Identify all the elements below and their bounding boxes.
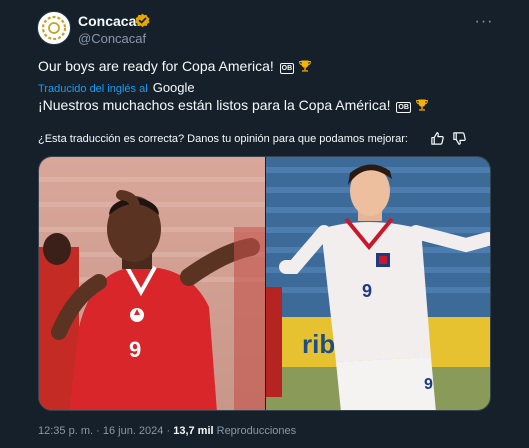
google-wordmark: Google [152,80,195,95]
photo-canada-player[interactable]: 9 [39,157,265,410]
post-meta: 12:35 p. m. · 16 jun. 2024 · 13,7 mil Re… [38,425,296,437]
trophy-icon [299,60,311,72]
meta-separator: · [96,425,100,437]
tweet: Concacaf @Concacaf ··· Our boys are read… [0,0,529,448]
left-jersey-number: 9 [129,337,141,362]
meta-separator-2: · [166,425,171,437]
thumbs-up-icon[interactable] [430,131,445,146]
translated-by[interactable]: Traducido del inglés al Google [38,80,195,95]
author-handle[interactable]: @Concacaf [78,31,146,46]
post-date[interactable]: 16 jun. 2024 [103,425,164,437]
thumbs-down-icon[interactable] [452,131,467,146]
view-count: 13,7 mil [173,425,214,437]
ob-emoji-badge-translated: OB [396,102,411,113]
post-time[interactable]: 12:35 p. m. [38,425,93,437]
costa-rica-player-illustration: rib 9 9 [266,157,490,410]
avatar[interactable] [37,11,71,45]
view-count-label: Reproducciones [216,425,297,437]
translation-feedback-text: ¿Esta traducción es correcta? Danos tu o… [38,133,408,145]
verified-badge-icon [135,13,150,28]
author-name[interactable]: Concacaf [78,13,141,29]
post-text: Our boys are ready for Copa America! OB [38,58,312,74]
right-jersey-number: 9 [362,281,372,301]
translated-by-label: Traducido del inglés al [38,83,148,95]
post-text-content: Our boys are ready for Copa America! [38,58,274,74]
translated-text: ¡Nuestros muchachos están listos para la… [38,97,429,113]
media-grid: 9 rib 9 9 [38,156,491,411]
photo-costa-rica-player[interactable]: rib 9 9 [266,157,490,410]
more-options-icon[interactable]: ··· [474,12,494,32]
concacaf-logo-icon [41,15,67,41]
canada-player-illustration: 9 [39,157,265,410]
right-shorts-number: 9 [424,376,433,393]
ob-emoji-badge: OB [279,63,295,74]
trophy-icon-translated [415,99,428,111]
sponsor-board-text: rib [302,329,335,359]
translated-text-content: ¡Nuestros muchachos están listos para la… [38,97,391,113]
